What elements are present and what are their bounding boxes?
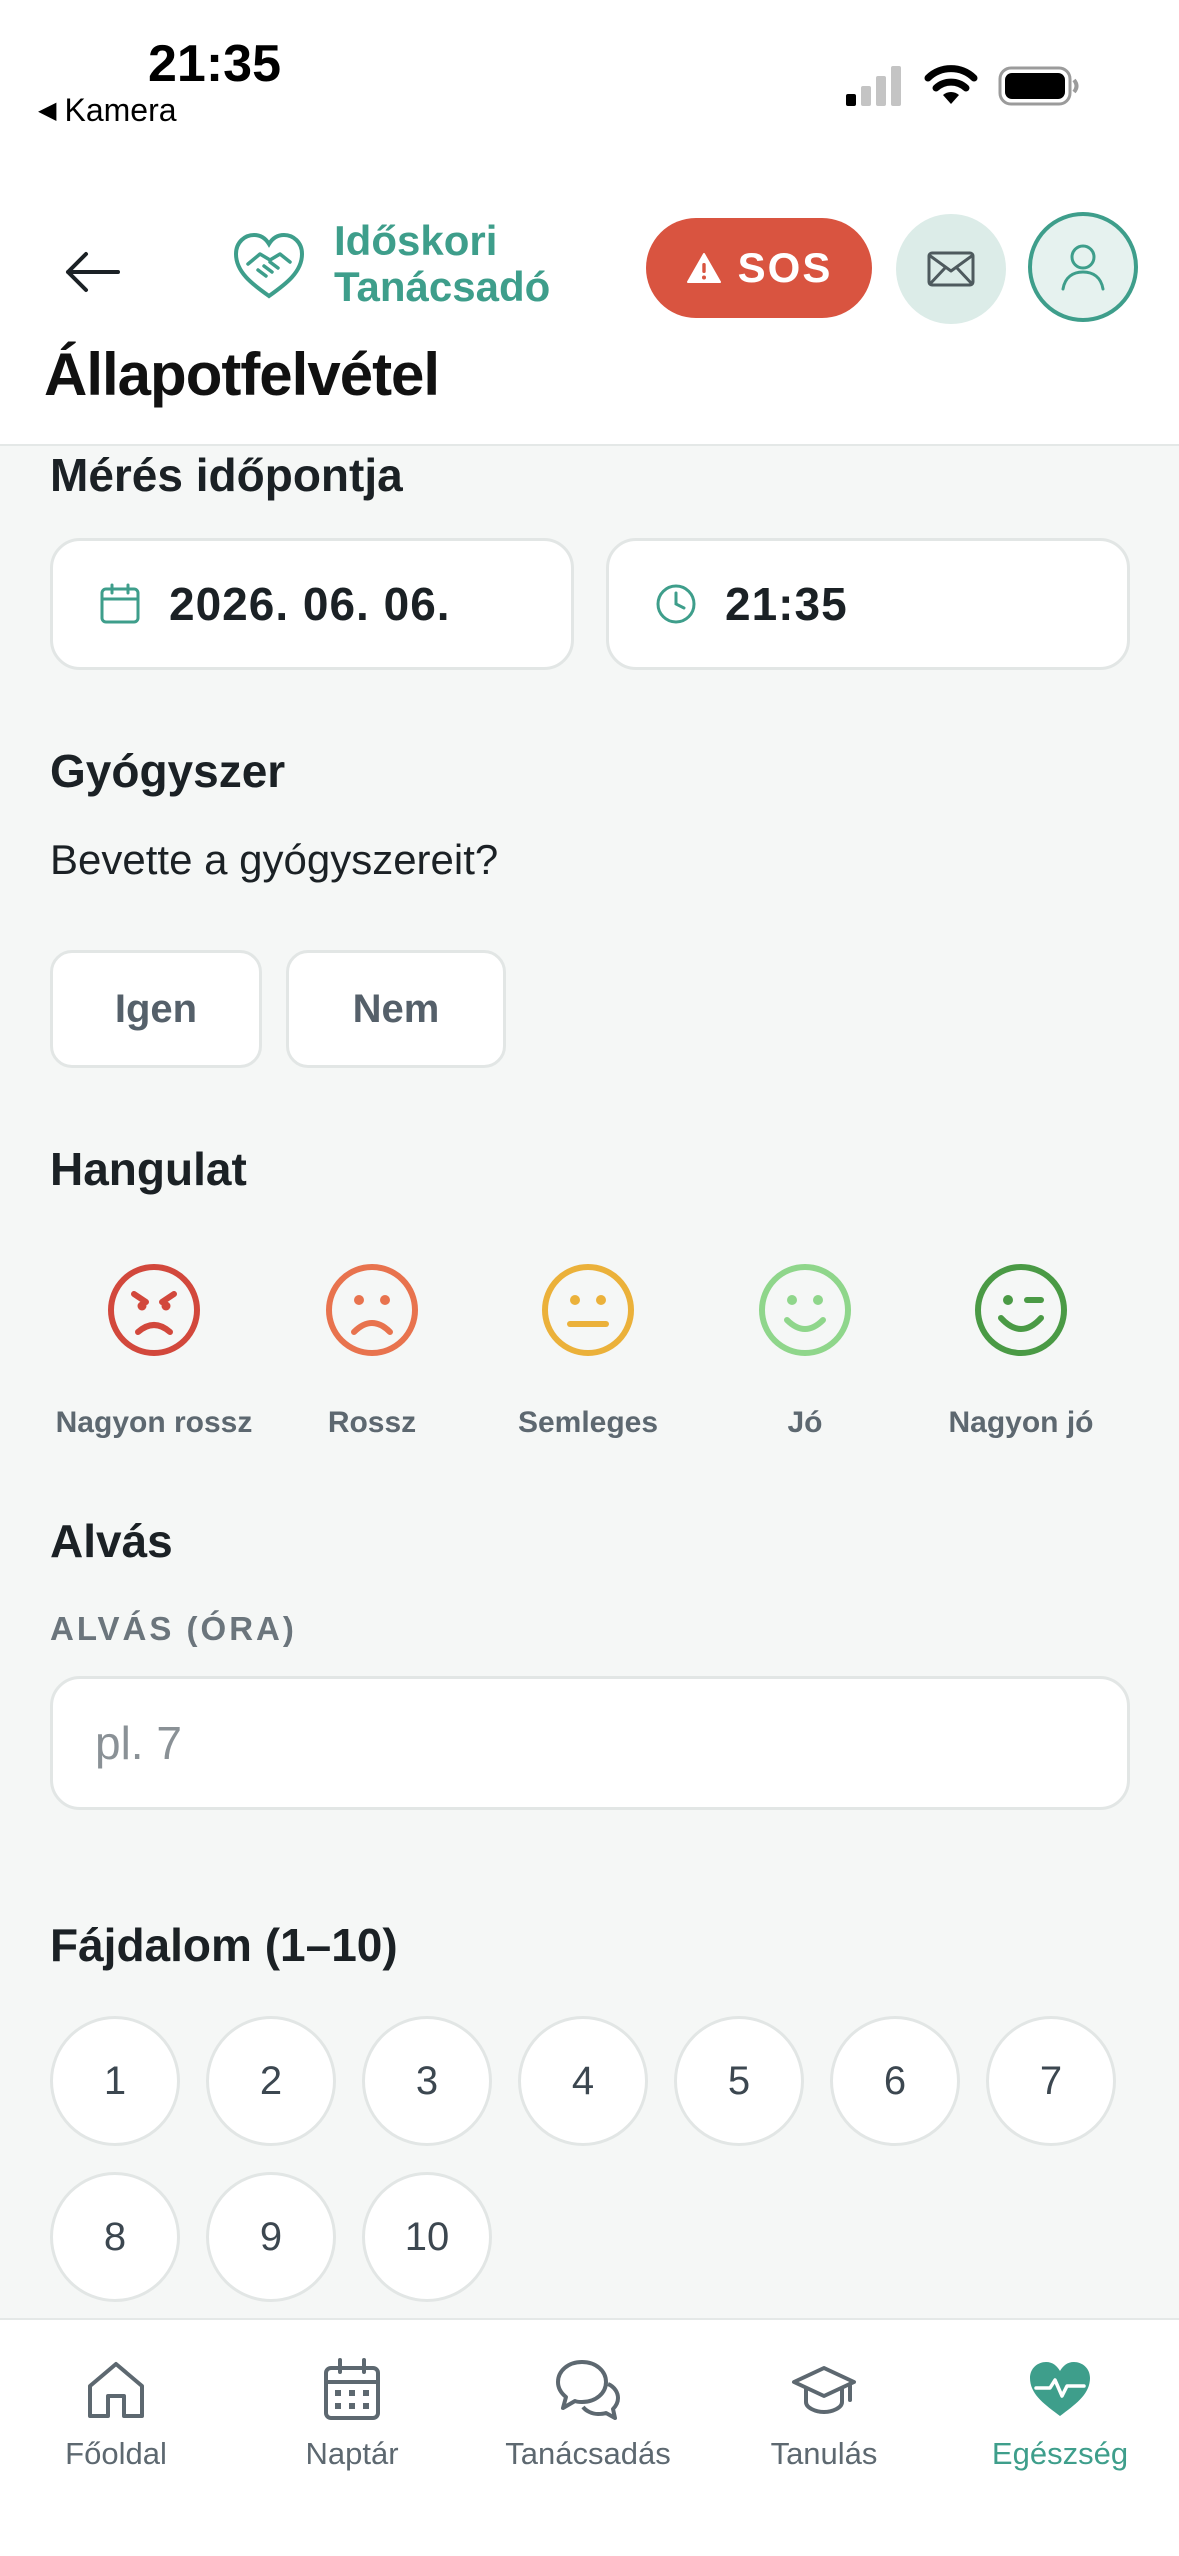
bottom-tab-bar: Főoldal Naptár Tanácsadás Tanulás Egészs… [0,2318,1179,2556]
home-icon [88,2362,144,2418]
medication-section-title: Gyógyszer [50,745,286,797]
date-field[interactable]: 2026. 06. 06. [50,538,574,670]
pain-option-4[interactable]: 4 [518,2016,648,2146]
tab-calendar[interactable]: Naptár [242,2356,462,2472]
status-bar: 21:35 ◀ Kamera [0,0,1179,140]
tab-health[interactable]: Egészség [950,2356,1170,2472]
user-icon [1061,244,1105,291]
back-app-label: Kamera [64,92,177,128]
mood-label: Nagyon jó [948,1406,1094,1439]
tab-label: Tanácsadás [505,2436,671,2471]
page-title: Állapotfelvétel [44,341,440,408]
pain-option-1[interactable]: 1 [50,2016,180,2146]
mood-option-very-bad[interactable]: Nagyon rossz [46,1262,262,1440]
tab-learning[interactable]: Tanulás [714,2356,934,2472]
calendar-icon [100,583,140,624]
medication-no-button[interactable]: Nem [286,950,506,1068]
pain-option-8[interactable]: 8 [50,2172,180,2302]
mood-option-very-good[interactable]: Nagyon jó [913,1262,1129,1440]
sleep-hours-input[interactable] [50,1676,1130,1810]
pain-option-7[interactable]: 7 [986,2016,1116,2146]
mood-option-neutral[interactable]: Semleges [480,1262,696,1440]
mood-section-title: Hangulat [50,1143,247,1195]
mail-icon [927,251,975,287]
arrow-left-icon [66,252,120,292]
pain-option-3[interactable]: 3 [362,2016,492,2146]
mood-label: Rossz [327,1406,417,1439]
pain-option-10[interactable]: 10 [362,2172,492,2302]
mood-option-bad[interactable]: Rossz [264,1262,480,1440]
tab-label: Egészség [991,2436,1129,2471]
smiling-face-icon [759,1264,851,1356]
top-area: 21:35 ◀ Kamera Időskori Tanácsadó SOS Ál… [0,0,1179,446]
date-value: 2026. 06. 06. [169,578,451,630]
clock-icon [656,584,696,624]
sleep-section-title: Alvás [50,1515,173,1567]
logo-line-1: Időskori [334,217,498,264]
back-triangle-icon: ◀ [38,97,57,124]
sad-face-icon [326,1264,418,1356]
profile-button[interactable] [1028,212,1138,322]
pain-option-5[interactable]: 5 [674,2016,804,2146]
pain-option-9[interactable]: 9 [206,2172,336,2302]
pain-section-title: Fájdalom (1–10) [50,1919,398,1971]
heart-pulse-icon [1030,2362,1090,2416]
app-logo-text: Időskori Tanácsadó [334,218,550,310]
handshake-heart-logo-icon [233,232,305,299]
battery-icon [998,66,1079,106]
status-time: 21:35 [148,35,281,93]
wifi-icon [924,65,978,104]
pain-option-6[interactable]: 6 [830,2016,960,2146]
measurement-section-title: Mérés időpontja [50,449,403,501]
back-to-app-link[interactable]: ◀ Kamera [38,92,177,129]
mood-label: Jó [787,1406,823,1439]
winking-face-icon [975,1264,1067,1356]
pain-option-2[interactable]: 2 [206,2016,336,2146]
logo-line-2: Tanácsadó [334,263,551,310]
tab-label: Tanulás [770,2436,878,2471]
medication-question: Bevette a gyógyszereit? [50,836,499,883]
sos-label: SOS [737,244,833,291]
app-header: Időskori Tanácsadó SOS [0,200,1179,340]
medication-yes-button[interactable]: Igen [50,950,262,1068]
mood-option-good[interactable]: Jó [697,1262,913,1440]
calendar-icon [324,2358,380,2420]
tab-home[interactable]: Főoldal [6,2356,226,2472]
time-value: 21:35 [725,578,848,630]
very-angry-face-icon [108,1264,200,1356]
tab-counseling[interactable]: Tanácsadás [478,2356,698,2472]
graduation-cap-icon [792,2366,856,2415]
chat-icon [556,2360,620,2420]
back-button[interactable] [50,230,134,314]
cellular-signal-icon [846,66,901,106]
sos-button[interactable]: SOS [646,218,872,318]
tab-label: Naptár [305,2436,399,2471]
mood-label: Nagyon rossz [55,1406,253,1439]
warning-icon [686,253,721,283]
mood-label: Semleges [517,1406,659,1439]
tab-label: Főoldal [65,2436,167,2471]
time-field[interactable]: 21:35 [606,538,1130,670]
neutral-face-icon [542,1264,634,1356]
sleep-field-label: ALVÁS (ÓRA) [50,1610,297,1647]
messages-button[interactable] [896,214,1006,324]
